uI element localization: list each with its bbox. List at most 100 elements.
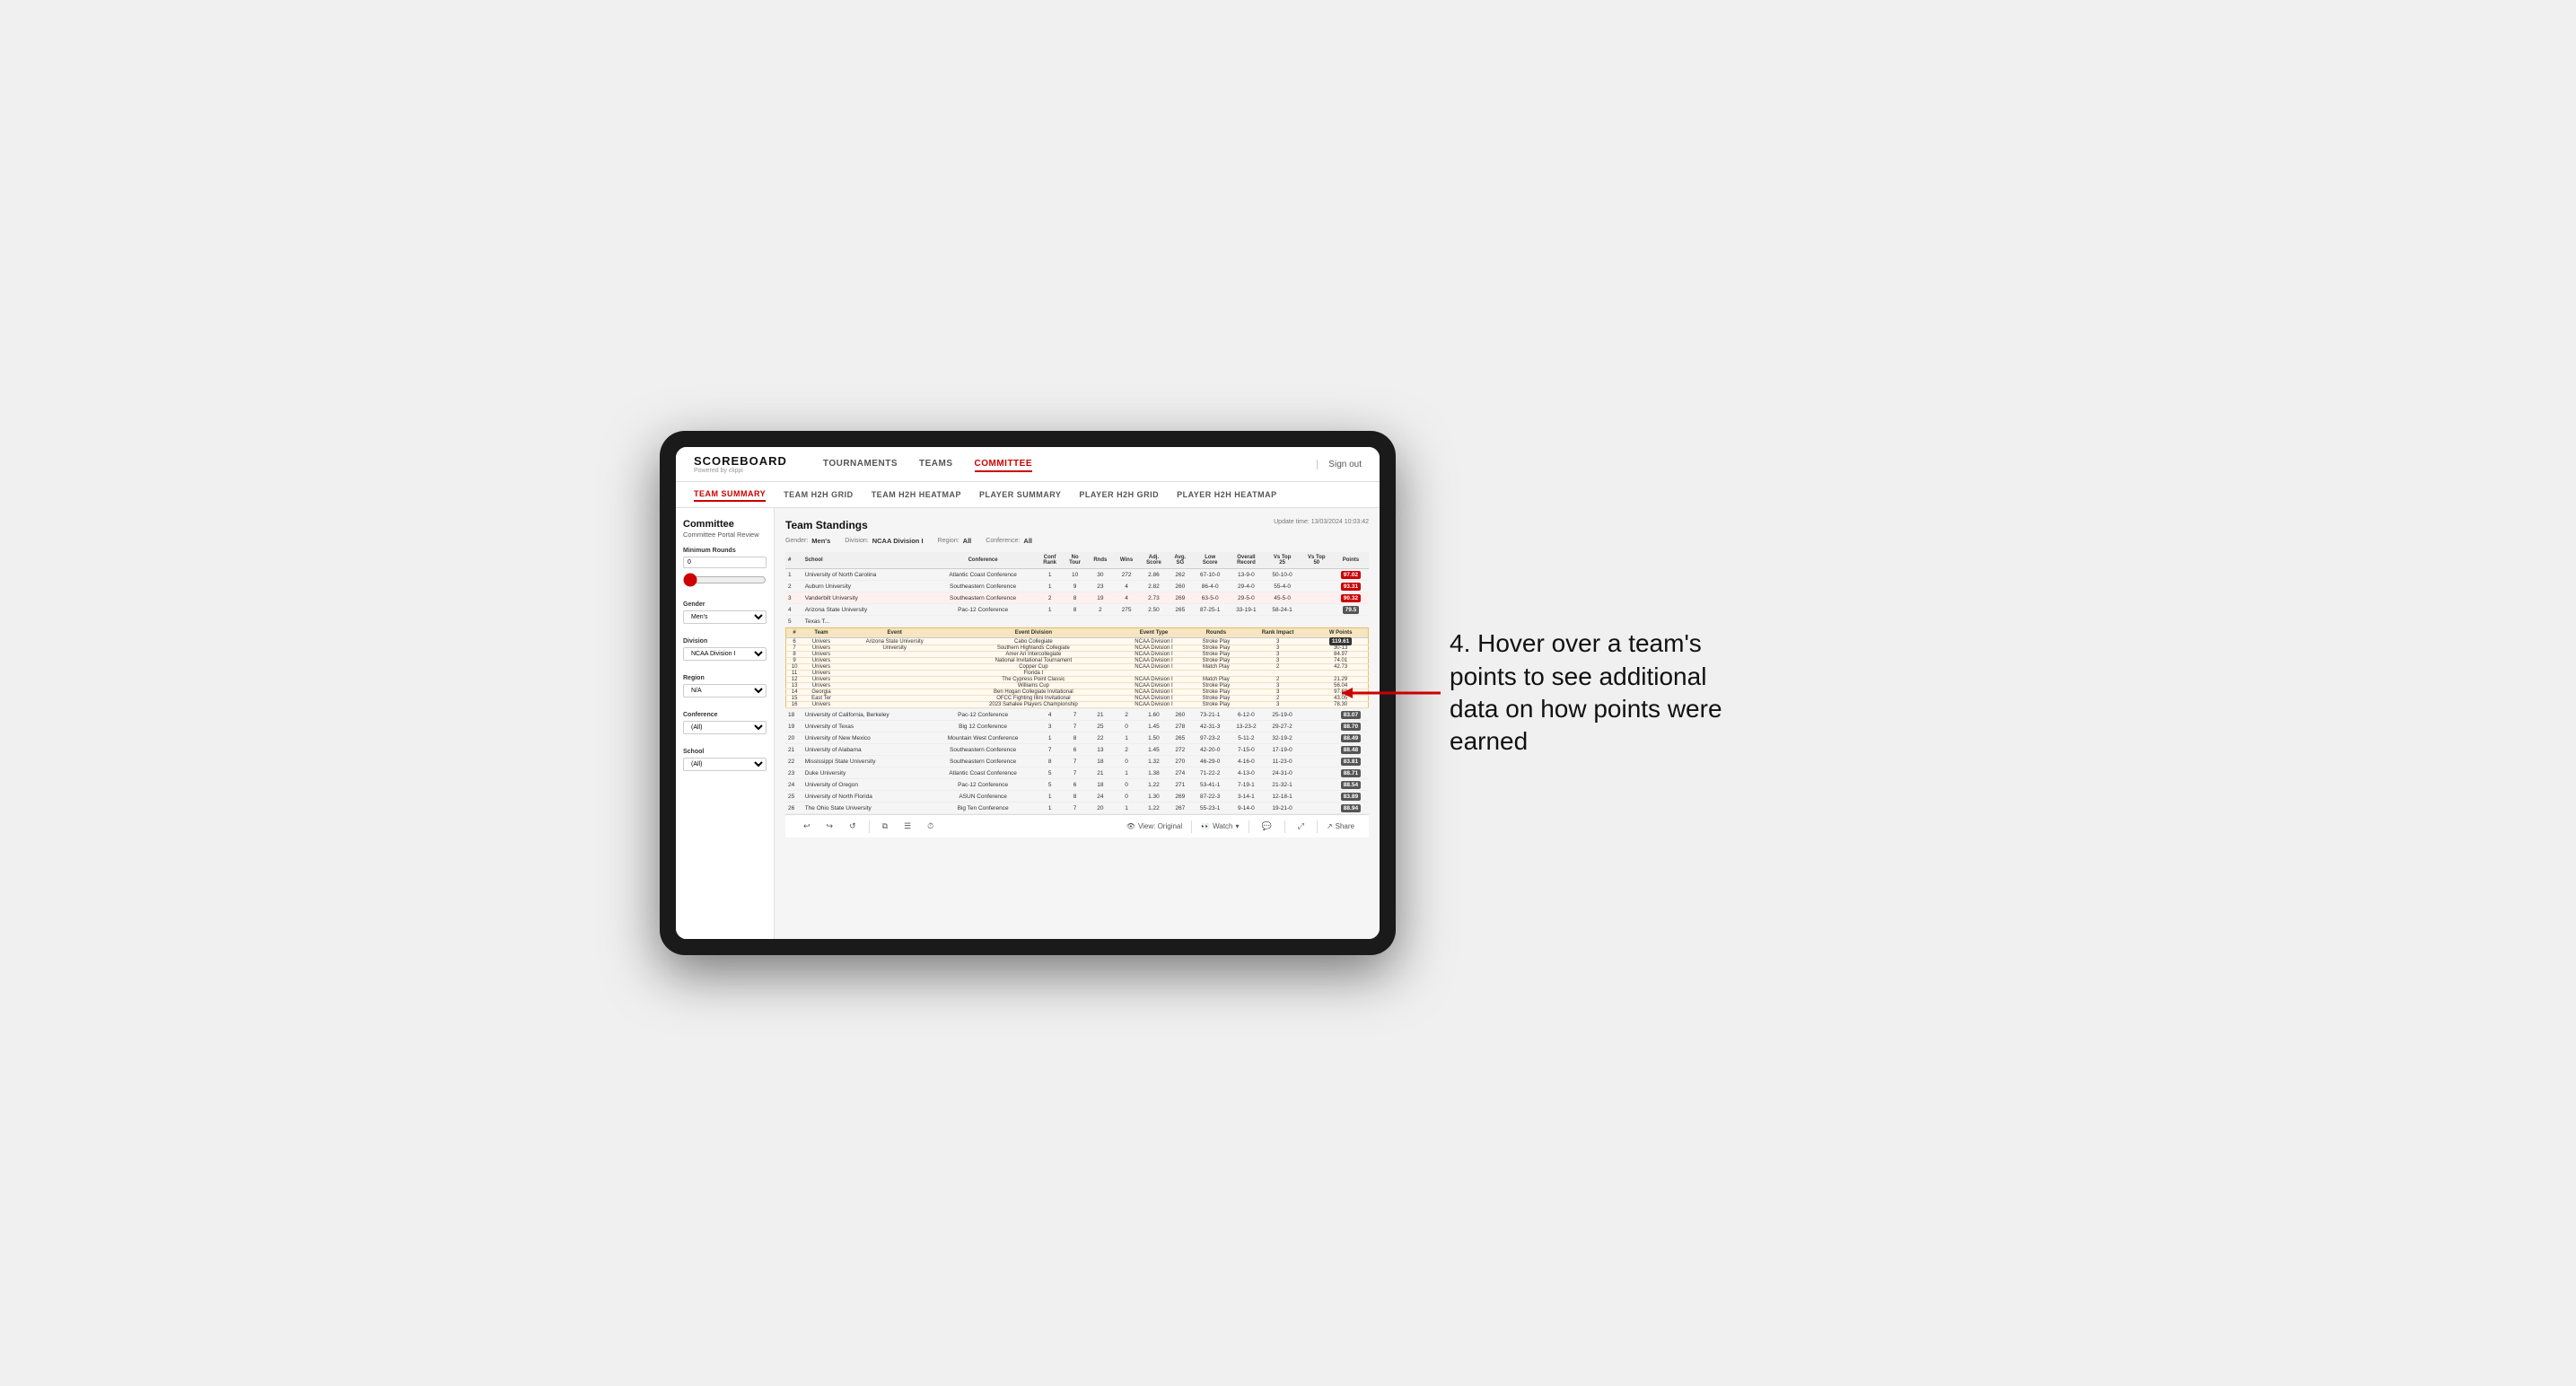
points-badge[interactable]: 83.81	[1341, 758, 1361, 766]
share-button[interactable]: ↗ Share	[1327, 822, 1354, 830]
separator2	[1191, 820, 1192, 833]
sidebar-gender: Gender Men's Women's	[683, 601, 767, 629]
main-content: Committee Committee Portal Review Minimu…	[676, 508, 1380, 939]
nav-teams[interactable]: TEAMS	[919, 457, 953, 472]
table-row: 2 Auburn University Southeastern Confere…	[785, 581, 1369, 592]
sub-nav: TEAM SUMMARY TEAM H2H GRID TEAM H2H HEAT…	[676, 482, 1380, 508]
tablet-frame: SCOREBOARD Powered by clippi TOURNAMENTS…	[660, 431, 1396, 955]
table-row: 5 Texas T...	[785, 616, 1369, 627]
tooltip-row: 9 Univers National Invitational Tourname…	[786, 658, 1369, 664]
toolbar-right: 👁 View: Original 👀 Watch ▾ 💬	[1126, 820, 1354, 833]
tooltip-row: 13 Univers Williams Cup NCAA Division I …	[786, 683, 1369, 689]
col-vs-top50: Vs Top50	[1301, 552, 1333, 569]
col-conference: Conference	[929, 552, 1037, 569]
copy-button[interactable]: ⧉	[879, 820, 891, 833]
points-badge[interactable]: 79.5	[1343, 606, 1360, 614]
separator4	[1284, 820, 1285, 833]
points-badge[interactable]: 88.49	[1341, 734, 1361, 742]
conference-label: Conference	[683, 712, 767, 718]
watch-label: Watch	[1213, 822, 1232, 830]
share-label: Share	[1336, 822, 1354, 830]
table-row: 18 University of California, Berkeley Pa…	[785, 709, 1369, 721]
tooltip-row: 7 Univers University Southern Highlands …	[786, 645, 1369, 652]
filter-division: Division: NCAA Division I	[845, 537, 923, 545]
subnav-player-summary[interactable]: PLAYER SUMMARY	[979, 488, 1061, 501]
col-low-score: LowScore	[1192, 552, 1228, 569]
points-badge[interactable]: 83.89	[1341, 793, 1361, 801]
points-badge[interactable]: 88.48	[1341, 746, 1361, 754]
sidebar-header: Committee Committee Portal Review	[683, 519, 767, 539]
undo-button[interactable]: ↩	[800, 820, 814, 833]
nav-links: TOURNAMENTS TEAMS COMMITTEE	[823, 457, 1290, 472]
col-adj-score: Adj.Score	[1139, 552, 1168, 569]
points-badge[interactable]: 88.71	[1341, 769, 1361, 777]
share-icon: ↗	[1327, 822, 1333, 830]
sidebar: Committee Committee Portal Review Minimu…	[676, 508, 775, 939]
points-badge[interactable]: 88.70	[1341, 723, 1361, 731]
tooltip-row: 11 Univers Florida I	[786, 671, 1369, 677]
nav-committee[interactable]: COMMITTEE	[975, 457, 1033, 472]
subnav-team-h2h-heatmap[interactable]: TEAM H2H HEATMAP	[872, 488, 961, 501]
tooltip-row: 16 Univers 2023 Sahalee Players Champion…	[786, 702, 1369, 708]
view-label: View: Original	[1138, 822, 1182, 830]
tooltip-row: 15 East Ter OFCC Fighting Illini Invitat…	[786, 696, 1369, 702]
logo-area: SCOREBOARD Powered by clippi	[694, 454, 787, 474]
gender-select[interactable]: Men's Women's	[683, 610, 767, 624]
tooltip-table: # Team Event Event Division Event Type R…	[785, 627, 1369, 708]
tooltip-row: 14 Georgia Ben Hogan Collegiate Invitati…	[786, 689, 1369, 696]
division-select[interactable]: NCAA Division I NCAA Division II NCAA Di…	[683, 647, 767, 661]
col-avg-sg: Avg.SG	[1169, 552, 1193, 569]
sign-out-button[interactable]: Sign out	[1317, 460, 1362, 469]
subnav-team-summary[interactable]: TEAM SUMMARY	[694, 487, 766, 502]
table-row: 24 University of Oregon Pac-12 Conferenc…	[785, 779, 1369, 791]
points-badge[interactable]: 93.31	[1341, 583, 1361, 591]
app-logo: SCOREBOARD	[694, 454, 787, 468]
points-badge[interactable]: 88.54	[1341, 781, 1361, 789]
table-row: 4 Arizona State University Pac-12 Confer…	[785, 604, 1369, 616]
table-row: 19 University of Texas Big 12 Conference…	[785, 721, 1369, 732]
col-overall-record: OverallRecord	[1228, 552, 1264, 569]
expand-button[interactable]: ⤢	[1294, 820, 1308, 833]
sidebar-division: Division NCAA Division I NCAA Division I…	[683, 638, 767, 666]
comment-button[interactable]: 💬	[1258, 820, 1275, 833]
min-rounds-slider[interactable]	[683, 573, 767, 587]
conference-select[interactable]: (All)	[683, 721, 767, 734]
clock-button[interactable]: ⏱	[924, 820, 937, 833]
tooltip-row: 10 Univers Copper Cup NCAA Division I Ma…	[786, 664, 1369, 671]
col-rank: #	[785, 552, 802, 569]
table-row: 22 Mississippi State University Southeas…	[785, 756, 1369, 768]
nav-tournaments[interactable]: TOURNAMENTS	[823, 457, 898, 472]
view-original[interactable]: 👁 View: Original	[1126, 822, 1182, 830]
col-wins: Wins	[1114, 552, 1140, 569]
subnav-team-h2h-grid[interactable]: TEAM H2H GRID	[784, 488, 854, 501]
table-row: 26 The Ohio State University Big Ten Con…	[785, 803, 1369, 814]
filter-conference: Conference: All	[986, 537, 1032, 545]
col-conf-rank: ConfRank	[1037, 552, 1063, 569]
points-badge-active[interactable]: 90.32	[1341, 594, 1361, 602]
col-school: School	[802, 552, 929, 569]
watch-button[interactable]: 👀 Watch ▾	[1201, 822, 1239, 830]
filter-region: Region: All	[938, 537, 972, 545]
app-logo-sub: Powered by clippi	[694, 468, 787, 474]
watch-icon: 👀	[1201, 822, 1210, 830]
subnav-player-h2h-heatmap[interactable]: PLAYER H2H HEATMAP	[1177, 488, 1277, 501]
school-select[interactable]: (All)	[683, 758, 767, 771]
col-no-tour: NoTour	[1063, 552, 1087, 569]
points-badge[interactable]: 88.94	[1341, 804, 1361, 812]
separator	[869, 820, 870, 833]
tooltip-header-row: # Team Event Event Division Event Type R…	[785, 627, 1369, 709]
min-rounds-label: Minimum Rounds	[683, 548, 767, 554]
table-row: 23 Duke University Atlantic Coast Confer…	[785, 768, 1369, 779]
min-rounds-input[interactable]	[683, 557, 767, 568]
region-select[interactable]: N/A All	[683, 684, 767, 697]
subnav-player-h2h-grid[interactable]: PLAYER H2H GRID	[1079, 488, 1159, 501]
standings-table: # School Conference ConfRank NoTour Rnds…	[785, 552, 1369, 814]
redo-button[interactable]: ↪	[823, 820, 837, 833]
more-button[interactable]: ☰	[900, 820, 915, 833]
filter-gender: Gender: Men's	[785, 537, 830, 545]
points-badge[interactable]: 97.02	[1341, 571, 1361, 579]
refresh-button[interactable]: ↺	[846, 820, 860, 833]
points-badge[interactable]: 83.07	[1341, 711, 1361, 719]
page-wrapper: SCOREBOARD Powered by clippi TOURNAMENTS…	[660, 431, 1916, 955]
table-row: 20 University of New Mexico Mountain Wes…	[785, 732, 1369, 744]
